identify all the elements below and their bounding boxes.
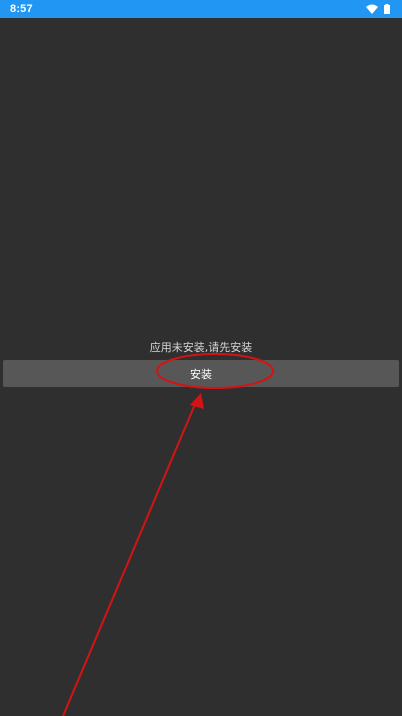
annotation-overlay — [62, 353, 274, 716]
status-icons — [366, 4, 390, 14]
arrow-shaft — [62, 401, 197, 716]
app-screen: 8:57 应用未安装,请先安装 安装 — [0, 0, 402, 716]
status-bar: 8:57 — [0, 0, 402, 18]
wifi-icon — [366, 4, 378, 14]
battery-icon — [384, 4, 390, 14]
status-time: 8:57 — [10, 3, 33, 15]
install-button[interactable]: 安装 — [3, 360, 399, 387]
arrow-head — [190, 393, 204, 409]
not-installed-message: 应用未安装,请先安装 — [149, 341, 253, 354]
